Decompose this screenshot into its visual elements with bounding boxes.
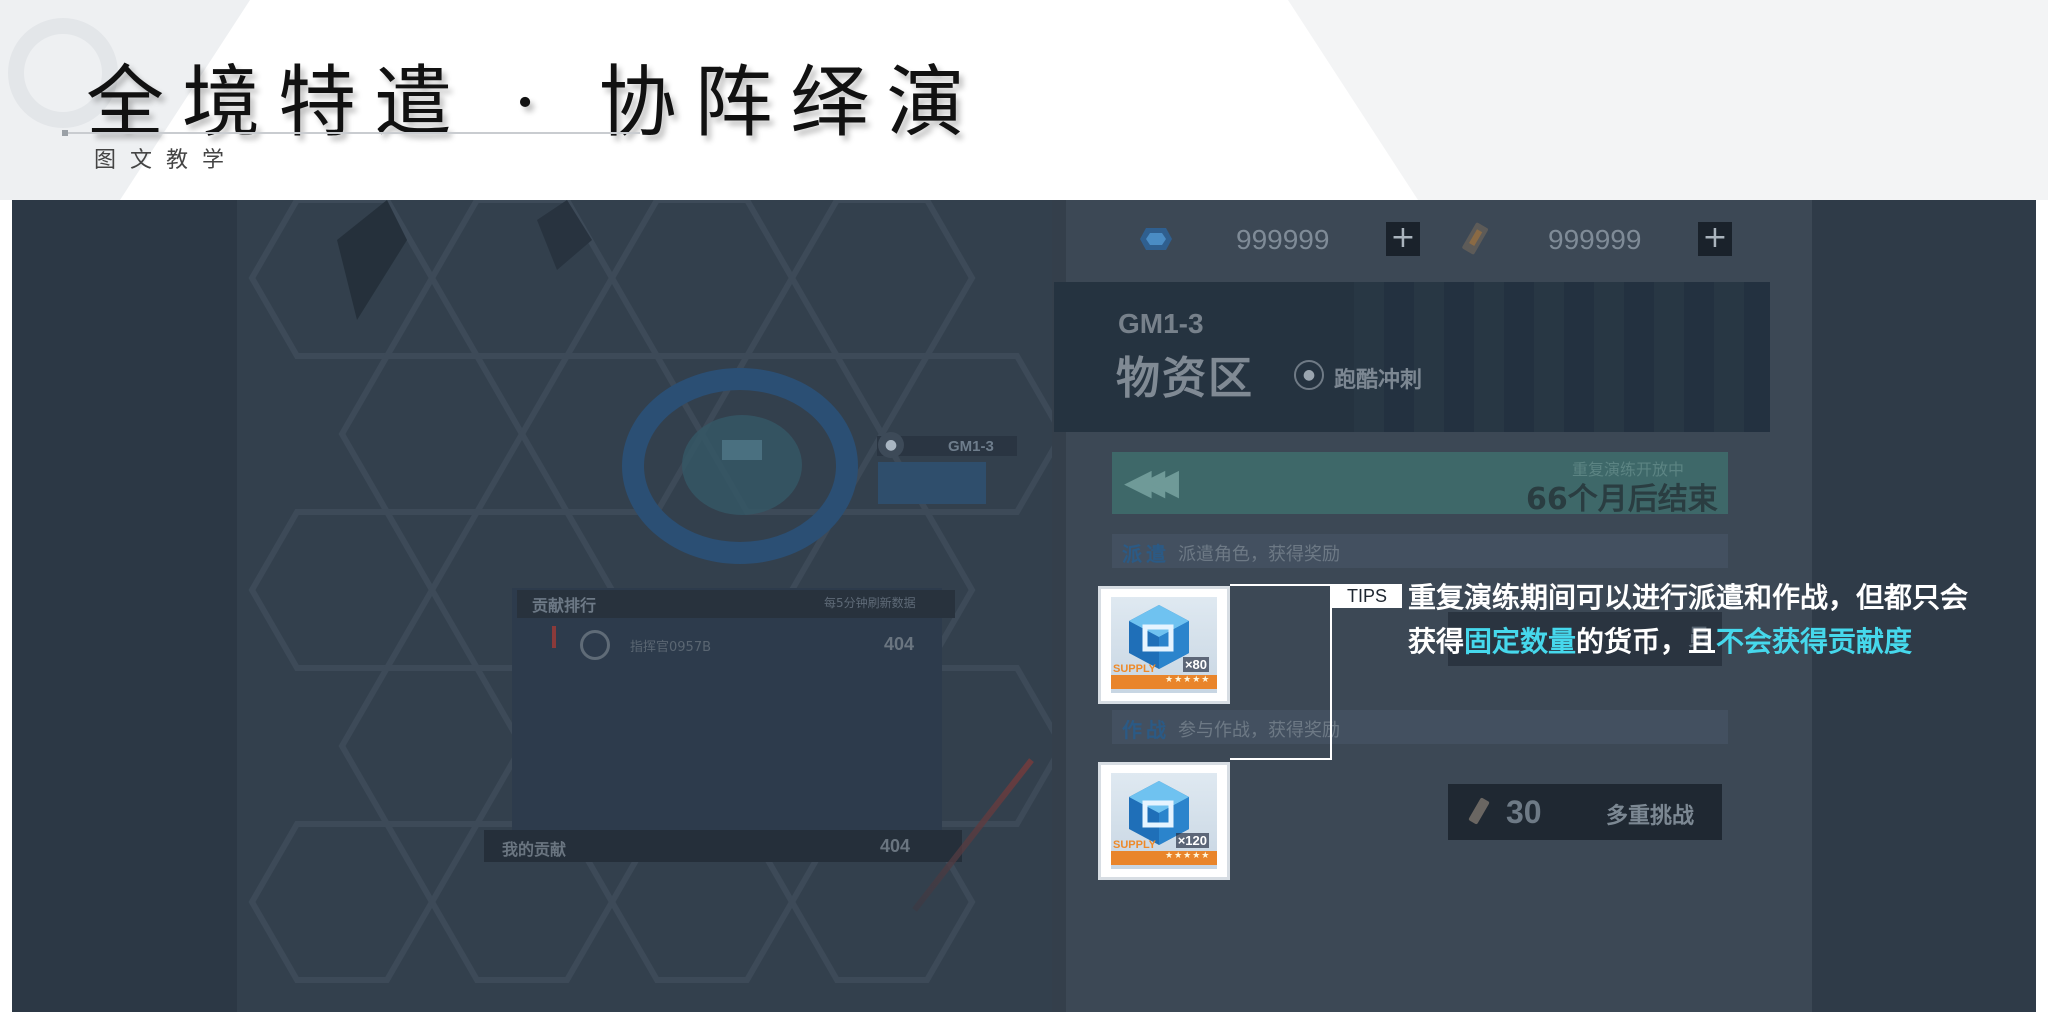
lane-status-box (878, 462, 986, 504)
rarity-stars: ★★★★★ (1165, 675, 1211, 685)
supply-label: SUPPLY (1113, 663, 1157, 675)
add-currency-1-button[interactable]: + (1386, 222, 1420, 256)
gamepad-icon: ● (1294, 360, 1324, 390)
tips-badge: TIPS (1332, 584, 1402, 608)
battle-title: 作战 (1122, 718, 1170, 742)
repeat-drill-countdown: 66个月后结束 (1526, 482, 1718, 517)
add-currency-2-button[interactable]: + (1698, 222, 1732, 256)
tips-highlight-no-contribution: 不会获得贡献度 (1716, 625, 1913, 658)
my-contribution-label: 我的贡献 (502, 840, 567, 859)
ticket-icon (1462, 222, 1488, 255)
rank-flag-icon (552, 626, 556, 648)
supply-label: SUPPLY (1113, 839, 1157, 851)
game-screenshot: ● GM1-3 贡献排行 每5分钟刷新数据 指挥官0957B 404 我的贡献 … (12, 200, 2036, 1012)
ticket-icon (1468, 797, 1490, 825)
header-banner: 全境特遣 · 协阵绎演 图文教学 (0, 0, 2048, 200)
rarity-stars: ★★★★★ (1165, 851, 1211, 861)
title-underline-dot (62, 130, 68, 136)
dispatch-description: 派遣角色，获得奖励 (1178, 544, 1340, 565)
dispatch-reward-card[interactable]: ★★★★★ SUPPLY ×80 (1098, 586, 1230, 704)
ranking-board (512, 588, 942, 858)
battle-reward-card[interactable]: ★★★★★ SUPPLY ×120 (1098, 762, 1230, 880)
reward-quantity: ×120 (1175, 833, 1209, 848)
lane-code: GM1-3 (948, 438, 994, 455)
tips-line-1: 重复演练期间可以进行派遣和作战，但都只会 (1408, 581, 1969, 614)
currency-2-value: 999999 (1548, 224, 1642, 255)
reward-quantity: ×80 (1182, 657, 1209, 672)
stage-mode-tag: 跑酷冲刺 (1334, 368, 1423, 393)
currency-1-value: 999999 (1236, 224, 1330, 255)
stage-name: 物资区 (1116, 353, 1254, 404)
my-contribution-score: 404 (880, 836, 911, 856)
tips-line-2: 获得固定数量的货币，且不会获得贡献度 (1408, 620, 1912, 660)
tips-line-2-part-b: 的货币，且 (1576, 625, 1717, 658)
header-deco-right (1288, 0, 2048, 200)
rank-player-score: 404 (884, 634, 915, 654)
lane-node-ring[interactable] (622, 368, 858, 564)
challenge-cost: 30 (1506, 794, 1542, 830)
gamepad-icon: ● (878, 432, 904, 458)
dispatch-title: 派遣 (1122, 542, 1170, 566)
stage-code: GM1-3 (1118, 308, 1204, 339)
challenge-label: 多重挑战 (1606, 804, 1695, 829)
tips-line-2-part-a: 获得 (1408, 625, 1465, 658)
rewind-arrows-icon: ◀◀◀ (1124, 462, 1179, 503)
rank-player-name: 指挥官0957B (630, 640, 712, 655)
ranking-refresh-note: 每5分钟刷新数据 (824, 596, 916, 610)
ranking-title: 贡献排行 (532, 596, 597, 615)
tips-connector (1230, 584, 1332, 760)
stage-banner-pattern (1354, 282, 1770, 432)
title-underline (64, 132, 640, 134)
lane-node-marker (722, 440, 762, 460)
avatar (580, 630, 610, 660)
blue-crystal-icon (1140, 228, 1172, 250)
page-subtitle: 图文教学 (94, 148, 239, 173)
tips-highlight-fixed-amount: 固定数量 (1464, 625, 1577, 658)
page-title: 全境特遣 · 协阵绎演 (86, 58, 983, 148)
map-edge (12, 200, 237, 1012)
